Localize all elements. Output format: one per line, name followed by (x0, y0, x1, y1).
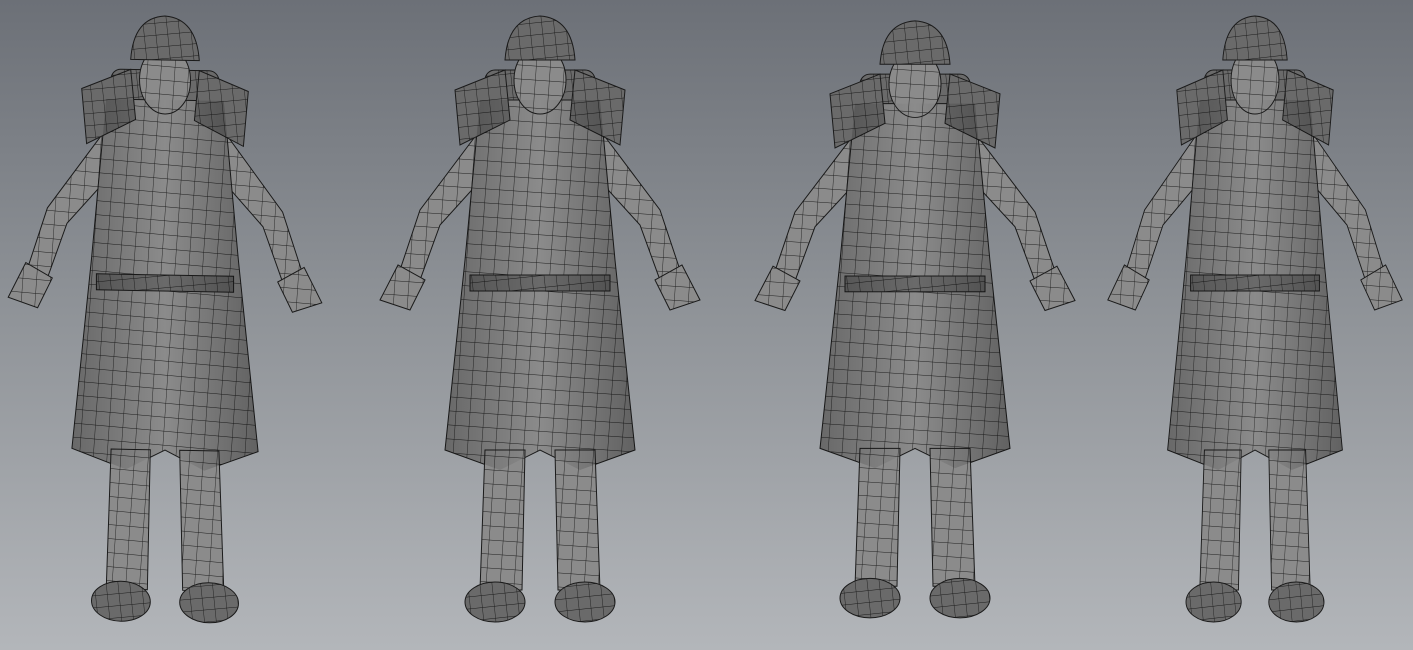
model-view-back (754, 20, 1076, 619)
model-view-front (379, 15, 701, 623)
model-turnaround (7, 12, 1403, 626)
model-view-three-quarter-back (1107, 15, 1403, 623)
model-view-three-quarter-front (7, 12, 323, 626)
3d-viewport[interactable] (0, 0, 1413, 650)
